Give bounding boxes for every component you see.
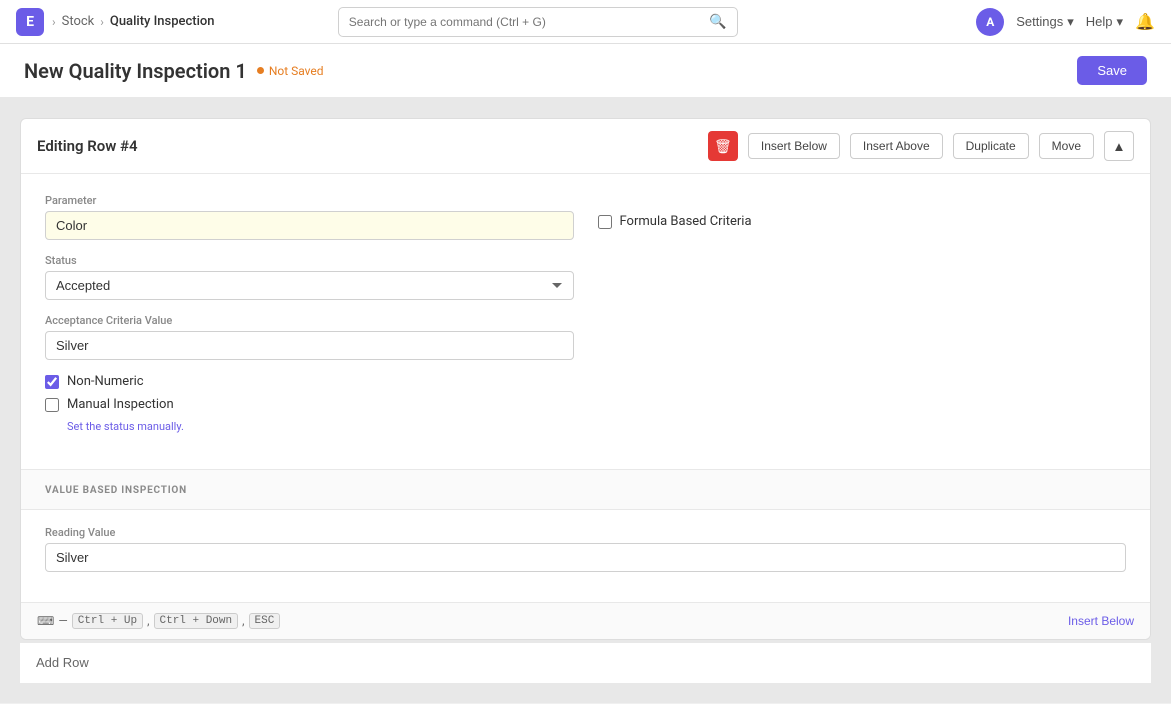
insert-below-button[interactable]: Insert Below: [748, 133, 840, 159]
form-col-left: Parameter Status Accepted Rejected Pendi…: [45, 194, 574, 433]
collapse-button[interactable]: ▲: [1104, 131, 1134, 161]
non-numeric-label: Non-Numeric: [67, 374, 144, 389]
form-row-top: Parameter Status Accepted Rejected Pendi…: [45, 194, 1126, 433]
not-saved-badge: Not Saved: [257, 64, 324, 78]
save-button[interactable]: Save: [1077, 56, 1147, 85]
status-label: Status: [45, 254, 574, 267]
app-icon[interactable]: E: [16, 8, 44, 36]
breadcrumb: › Stock › Quality Inspection: [52, 14, 215, 29]
kbd-ctrl-up: Ctrl + Up: [72, 613, 143, 629]
reading-value-input[interactable]: [45, 543, 1126, 572]
manual-inspection-group: Manual Inspection: [45, 397, 574, 412]
delete-button[interactable]: 🗑: [708, 131, 738, 161]
move-button[interactable]: Move: [1039, 133, 1094, 159]
page-title-text: New Quality Inspection 1: [24, 59, 247, 83]
move-label: Move: [1052, 139, 1081, 153]
breadcrumb-quality-inspection[interactable]: Quality Inspection: [110, 14, 215, 29]
collapse-icon: ▲: [1112, 139, 1125, 154]
value-based-section-header: VALUE BASED INSPECTION: [21, 469, 1150, 510]
acceptance-criteria-group: Acceptance Criteria Value: [45, 314, 574, 360]
not-saved-dot: [257, 67, 264, 74]
keyboard-hints: ⌨ — Ctrl + Up , Ctrl + Down , ESC: [37, 613, 280, 629]
formula-based-label: Formula Based Criteria: [620, 214, 752, 229]
form-body: Parameter Status Accepted Rejected Pendi…: [21, 174, 1150, 469]
search-icon: 🔍: [709, 14, 726, 30]
footer-insert-below-button[interactable]: Insert Below: [1068, 614, 1134, 628]
search-input[interactable]: [349, 15, 710, 29]
manual-inspection-label: Manual Inspection: [67, 397, 174, 412]
breadcrumb-sep-2: ›: [100, 15, 104, 29]
main-content: Editing Row #4 🗑 Insert Below Insert Abo…: [0, 98, 1171, 703]
keyboard-icon: ⌨: [37, 614, 54, 628]
settings-button[interactable]: Settings ▾: [1016, 14, 1074, 30]
add-row-button[interactable]: Add Row: [36, 655, 89, 670]
formula-check-group: Formula Based Criteria: [598, 214, 1127, 229]
parameter-label: Parameter: [45, 194, 574, 207]
breadcrumb-stock[interactable]: Stock: [62, 14, 95, 29]
manual-inspection-hint: Set the status manually.: [67, 420, 574, 433]
parameter-input[interactable]: [45, 211, 574, 240]
search-bar[interactable]: 🔍: [338, 7, 738, 37]
panel-header: Editing Row #4 🗑 Insert Below Insert Abo…: [21, 119, 1150, 174]
reading-value-label: Reading Value: [45, 526, 1126, 539]
breadcrumb-sep-1: ›: [52, 15, 56, 29]
panel-title: Editing Row #4: [37, 137, 698, 155]
top-nav: E › Stock › Quality Inspection 🔍 A Setti…: [0, 0, 1171, 44]
acceptance-criteria-input[interactable]: [45, 331, 574, 360]
reading-value-group: Reading Value: [45, 526, 1126, 572]
non-numeric-group: Non-Numeric: [45, 374, 574, 389]
panel-footer: ⌨ — Ctrl + Up , Ctrl + Down , ESC Insert…: [21, 602, 1150, 639]
page-header: New Quality Inspection 1 Not Saved Save: [0, 44, 1171, 98]
help-button[interactable]: Help ▾: [1086, 14, 1123, 30]
not-saved-label: Not Saved: [269, 64, 324, 78]
section-title: VALUE BASED INSPECTION: [45, 485, 187, 496]
kbd-esc: ESC: [249, 613, 281, 629]
add-row-bar: Add Row: [20, 642, 1151, 683]
avatar[interactable]: A: [976, 8, 1004, 36]
acceptance-criteria-label: Acceptance Criteria Value: [45, 314, 574, 327]
manual-inspection-checkbox[interactable]: [45, 398, 59, 412]
insert-above-button[interactable]: Insert Above: [850, 133, 943, 159]
comma-1: ,: [147, 614, 149, 628]
status-select[interactable]: Accepted Rejected Pending: [45, 271, 574, 300]
formula-col: Formula Based Criteria: [598, 194, 1127, 433]
duplicate-button[interactable]: Duplicate: [953, 133, 1029, 159]
nav-right: A Settings ▾ Help ▾ 🔔: [976, 8, 1155, 36]
non-numeric-checkbox[interactable]: [45, 375, 59, 389]
section-body: Reading Value: [21, 510, 1150, 602]
notification-icon[interactable]: 🔔: [1135, 12, 1155, 31]
formula-based-checkbox[interactable]: [598, 215, 612, 229]
kbd-ctrl-down: Ctrl + Down: [154, 613, 239, 629]
parameter-group: Parameter: [45, 194, 574, 240]
editing-panel: Editing Row #4 🗑 Insert Below Insert Abo…: [20, 118, 1151, 640]
keyboard-dash: —: [58, 614, 67, 628]
status-group: Status Accepted Rejected Pending: [45, 254, 574, 300]
page-title: New Quality Inspection 1 Not Saved: [24, 59, 324, 83]
comma-2: ,: [242, 614, 244, 628]
